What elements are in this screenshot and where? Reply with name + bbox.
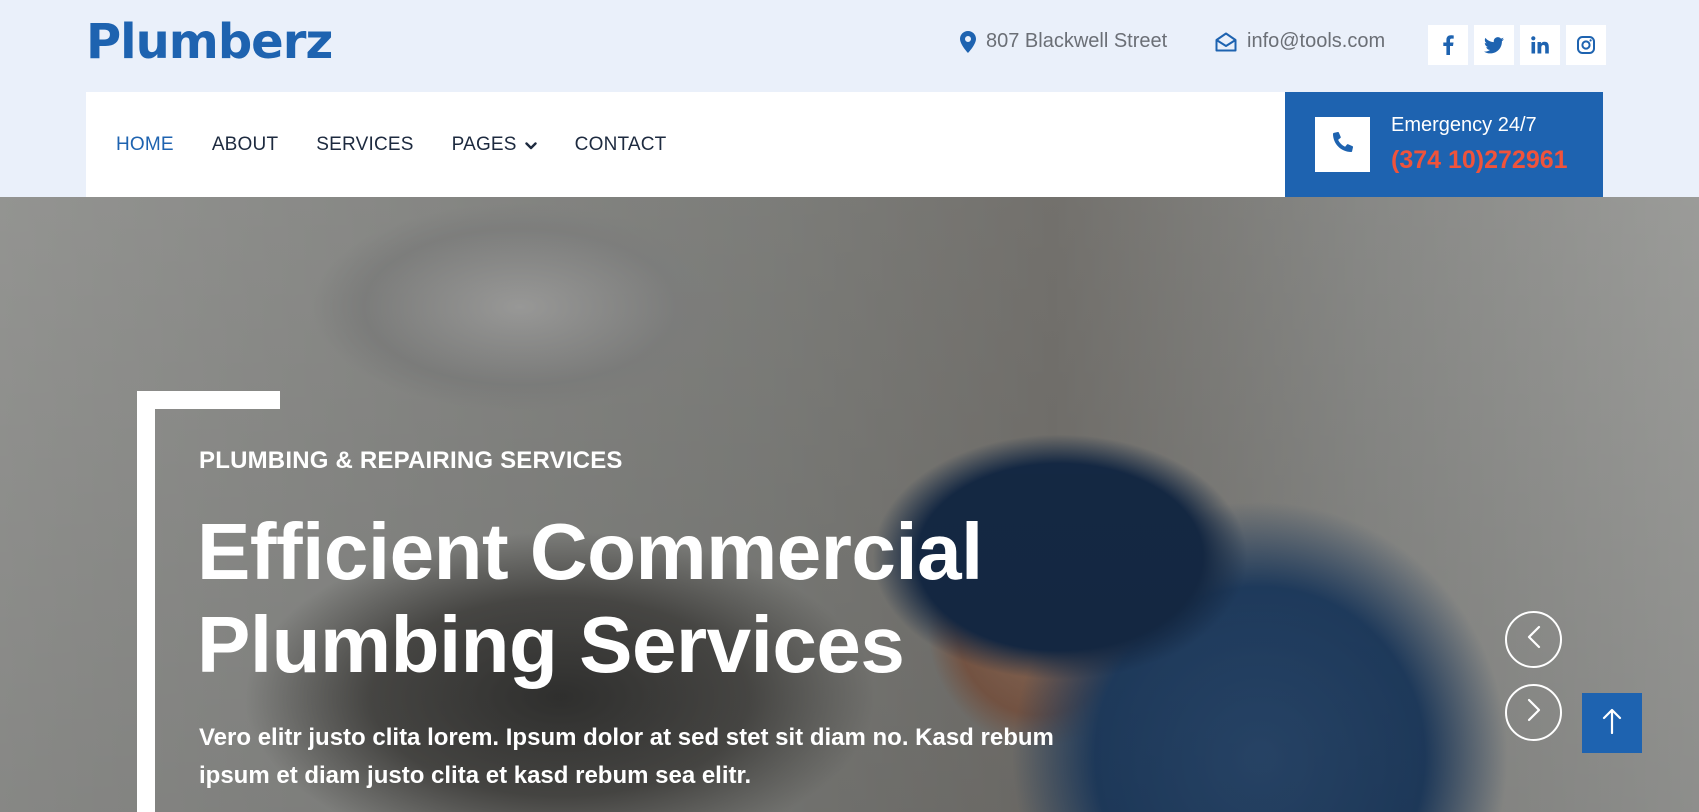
envelope-open-icon [1215,32,1237,52]
hero-description: Vero elitr justo clita lorem. Ipsum dolo… [199,724,1054,789]
phone-icon-box [1315,117,1370,172]
chevron-left-icon [1527,625,1541,654]
social-links [1428,25,1606,65]
address-info: 807 Blackwell Street [960,30,1167,53]
nav-item-about[interactable]: ABOUT [212,134,278,156]
hero-frame-decoration-top [137,391,280,409]
hero-title-line-1: Efficient Commercial [197,507,983,596]
emergency-phone[interactable]: (374 10)272961 [1391,146,1568,175]
linkedin-icon [1531,36,1549,54]
nav-item-services[interactable]: SERVICES [316,134,413,156]
address-text: 807 Blackwell Street [986,30,1168,52]
emergency-contact-box[interactable]: Emergency 24/7 (374 10)272961 [1285,92,1603,197]
facebook-icon [1442,35,1454,55]
arrow-up-icon [1602,708,1622,739]
main-navigation: HOME ABOUT SERVICES PAGES CONTACT [86,92,1285,197]
hero-title: Efficient Commercial Plumbing Services [197,505,1097,691]
phone-icon [1332,131,1353,157]
nav-item-home[interactable]: HOME [116,134,174,156]
hero-frame-decoration [137,391,155,812]
twitter-link[interactable] [1474,25,1514,65]
linkedin-link[interactable] [1520,25,1560,65]
emergency-label: Emergency 24/7 [1391,114,1537,136]
top-bar: Plumberz 807 Blackwell Street info@tools… [0,0,1699,92]
chevron-down-icon [524,134,537,156]
map-pin-icon [960,30,976,53]
hero-title-line-2: Plumbing Services [197,600,905,689]
chevron-right-icon [1527,698,1541,727]
back-to-top-button[interactable] [1582,693,1642,753]
carousel-next-button[interactable] [1505,684,1562,741]
email-info: info@tools.com [1215,30,1385,53]
brand-logo[interactable]: Plumberz [86,14,333,70]
nav-item-contact[interactable]: CONTACT [575,134,667,156]
hero-subtitle: PLUMBING & REPAIRING SERVICES [199,447,623,474]
twitter-icon [1484,36,1504,54]
instagram-link[interactable] [1566,25,1606,65]
hero-banner: PLUMBING & REPAIRING SERVICES Efficient … [0,197,1699,812]
facebook-link[interactable] [1428,25,1468,65]
nav-item-pages[interactable]: PAGES [452,134,537,156]
instagram-icon [1577,36,1595,54]
email-text[interactable]: info@tools.com [1247,30,1385,53]
carousel-prev-button[interactable] [1505,611,1562,668]
nav-item-pages-label: PAGES [451,133,517,155]
